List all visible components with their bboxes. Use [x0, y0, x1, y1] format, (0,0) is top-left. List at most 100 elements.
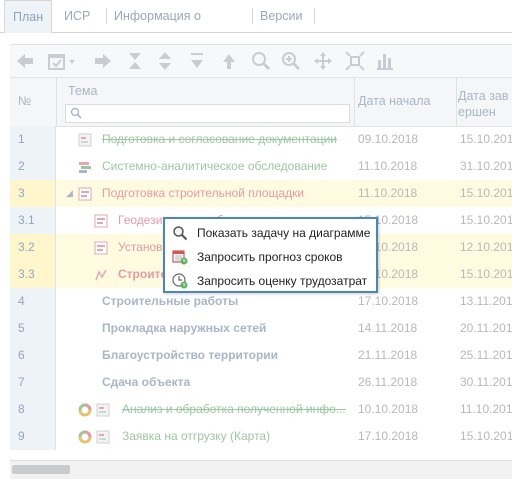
chevron-down-icon[interactable] — [66, 50, 78, 72]
task-name[interactable]: Подготовка строительной площадки — [102, 180, 352, 207]
tab-isr[interactable]: ИСР — [56, 0, 104, 32]
menu-item-label: Запросить прогноз сроков — [197, 250, 343, 264]
header-end[interactable]: Дата завершен — [458, 88, 512, 120]
table-row[interactable]: 7 Сдача объекта 26.11.2018 30.11.2018 — [10, 369, 512, 396]
move-icon[interactable] — [312, 50, 334, 72]
scrollbar-thumb[interactable] — [12, 465, 70, 474]
ring-icon — [78, 403, 92, 417]
table-row[interactable]: 9 Заявка на отгрузку (Карта) 17.10.2018 … — [10, 423, 512, 450]
table-row[interactable]: 1 Подготовка и согласование документации… — [10, 126, 512, 153]
end-date: 30.11.2018 — [460, 375, 512, 389]
task-pink-icon — [94, 241, 108, 255]
ring-icon — [78, 430, 92, 444]
expand-toggle-icon[interactable]: ◢ — [66, 188, 73, 199]
zoom-icon[interactable] — [250, 50, 272, 72]
toolbar — [10, 44, 512, 78]
header-start[interactable]: Дата начала — [358, 94, 430, 112]
table-row[interactable]: 8 Анализ и обработка полученной инфо... … — [10, 396, 512, 423]
tab-version-info[interactable]: Информация о версии — [106, 0, 252, 55]
end-date: 15.10.2018 — [460, 186, 512, 200]
bar-chart-icon[interactable] — [374, 50, 396, 72]
grid-header: № Тема Дата начала Дата завершен — [10, 78, 512, 127]
row-number: 3.2 — [10, 234, 56, 261]
end-date: 31.10.2018 — [460, 159, 512, 173]
calendar-check-icon[interactable] — [46, 50, 68, 72]
phase-icon — [78, 160, 92, 174]
milestone-icon — [94, 268, 108, 282]
magnifier-icon — [172, 225, 188, 241]
menu-item-show-on-diagram[interactable]: Показать задачу на диаграмме — [167, 221, 376, 245]
row-number: 7 — [10, 369, 56, 396]
column-divider — [56, 78, 57, 126]
row-number: 2 — [10, 153, 56, 180]
start-date: 14.11.2018 — [358, 321, 418, 335]
zoom-in-icon[interactable] — [280, 50, 302, 72]
menu-item-label: Запросить оценку трудозатрат — [197, 274, 368, 288]
expand-icon[interactable] — [154, 50, 176, 72]
task-pink-icon — [78, 187, 92, 201]
horizontal-scrollbar[interactable] — [10, 460, 512, 479]
tab-divider — [314, 8, 315, 24]
row-number: 5 — [10, 315, 56, 342]
task-name[interactable]: Системно-аналитическое обследование — [102, 153, 352, 180]
start-date: 17.10.2018 — [358, 429, 419, 443]
end-date: 15.10.2018 — [460, 429, 512, 443]
menu-item-request-forecast[interactable]: Запросить прогноз сроков — [167, 245, 376, 269]
task-gray-icon — [96, 430, 110, 444]
task-name[interactable]: Сдача объекта — [102, 369, 352, 396]
end-date: 15.10.2018 — [460, 213, 512, 227]
column-divider — [354, 78, 355, 126]
collapse-icon[interactable] — [124, 50, 146, 72]
tab-plan[interactable]: План — [4, 0, 52, 33]
row-number: 3 — [10, 180, 56, 207]
task-name[interactable]: Благоустройство территории — [102, 342, 352, 369]
column-divider — [456, 78, 457, 126]
header-num[interactable]: № — [18, 94, 31, 112]
end-date: 15.10.2018 — [460, 267, 512, 281]
task-gray-icon — [78, 133, 92, 147]
row-number: 8 — [10, 396, 56, 423]
header-topic[interactable]: Тема — [68, 84, 97, 100]
end-date: 12.10.2018 — [460, 240, 512, 254]
table-row[interactable]: 2 Системно-аналитическое обследование 11… — [10, 153, 512, 180]
arrow-down-icon[interactable] — [186, 50, 208, 72]
row-number: 4 — [10, 288, 56, 315]
arrow-left-icon[interactable] — [14, 50, 36, 72]
arrow-up-icon[interactable] — [218, 50, 240, 72]
task-name[interactable]: Прокладка наружных сетей — [102, 315, 352, 342]
row-number: 6 — [10, 342, 56, 369]
fit-icon[interactable] — [344, 50, 366, 72]
context-menu: Показать задачу на диаграмме Запросить п… — [163, 217, 378, 293]
task-name[interactable]: Анализ и обработка полученной инфо... — [122, 396, 352, 423]
clock-icon — [172, 273, 188, 289]
start-date: 11.10.2018 — [358, 159, 418, 173]
tab-bar: План ИСР Информация о версии Версии — [0, 0, 512, 55]
tab-versions[interactable]: Версии — [252, 0, 316, 32]
row-number: 1 — [10, 126, 56, 153]
row-number: 3.1 — [10, 207, 56, 234]
search-icon — [70, 107, 82, 122]
task-gray-icon — [96, 403, 110, 417]
task-pink-icon — [94, 214, 108, 228]
row-number: 3.3 — [10, 261, 56, 288]
end-date: 13.11.2018 — [460, 294, 512, 308]
table-row[interactable]: 5 Прокладка наружных сетей 14.11.2018 20… — [10, 315, 512, 342]
table-row[interactable]: 3 ◢ Подготовка строительной площадки 11.… — [10, 180, 512, 207]
table-row[interactable]: 6 Благоустройство территории 21.11.2018 … — [10, 342, 512, 369]
calendar-clock-icon — [172, 249, 188, 265]
topic-filter-input[interactable] — [65, 104, 350, 123]
menu-item-label: Показать задачу на диаграмме — [197, 226, 371, 240]
start-date: 26.11.2018 — [358, 375, 418, 389]
end-date: 20.11.2018 — [460, 321, 512, 335]
start-date: 21.11.2018 — [358, 348, 418, 362]
task-name[interactable]: Подготовка и согласование документации — [102, 126, 352, 153]
start-date: 09.10.2018 — [358, 132, 419, 146]
menu-item-request-effort[interactable]: Запросить оценку трудозатрат — [167, 269, 376, 293]
end-date: 15.10.2018 — [460, 132, 512, 146]
task-name[interactable]: Заявка на отгрузку (Карта) — [122, 423, 352, 450]
arrow-right-icon[interactable] — [92, 50, 114, 72]
row-number: 9 — [10, 423, 56, 450]
end-date: 25.11.2018 — [460, 348, 512, 362]
start-date: 11.10.2018 — [358, 186, 418, 200]
start-date: 10.10.2018 — [358, 402, 419, 416]
